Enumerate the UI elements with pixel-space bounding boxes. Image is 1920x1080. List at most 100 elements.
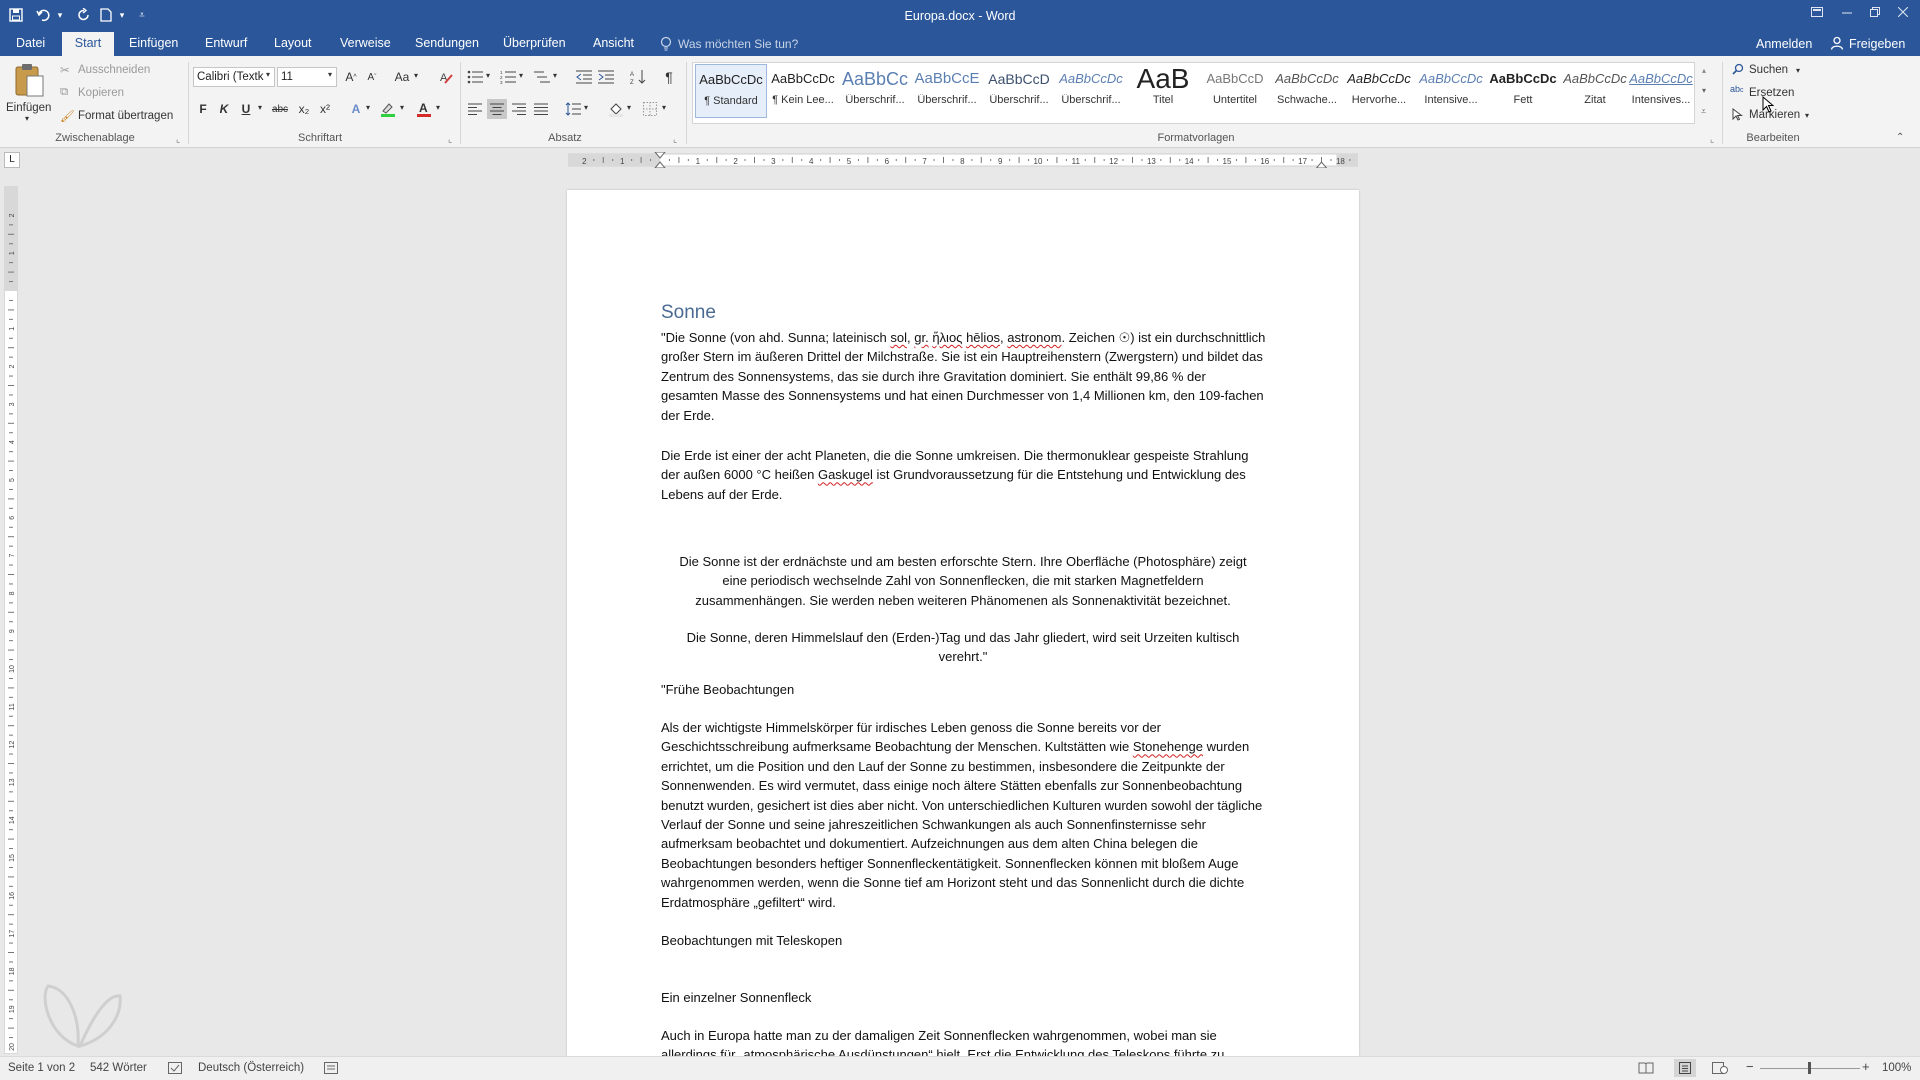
decrease-indent-icon[interactable] [574,67,594,87]
highlight-dropdown-icon[interactable]: ▾ [400,103,404,112]
style-quote[interactable]: AaBbCcDc Zitat [1559,64,1631,118]
macro-recording-icon[interactable] [324,1062,338,1074]
read-mode-icon[interactable] [1638,1062,1654,1074]
zoom-slider-thumb[interactable] [1808,1062,1811,1074]
tab-insert[interactable]: Einfügen [119,32,188,56]
style-no-spacing[interactable]: AaBbCcDc ¶ Kein Lee... [767,64,839,118]
proofing-icon[interactable] [168,1062,182,1074]
borders-dropdown-icon[interactable]: ▾ [662,103,666,112]
clear-formatting-icon[interactable]: A [436,67,456,87]
change-case-dropdown-icon[interactable]: ▾ [414,71,418,80]
style-subtle-emphasis[interactable]: AaBbCcDc Schwache... [1271,64,1343,118]
line-spacing-icon[interactable] [563,99,583,119]
document-page[interactable]: Sonne "Die Sonne (von ahd. Sunna; latein… [567,190,1359,1056]
numbering-icon[interactable]: 123 [498,67,518,87]
tab-review[interactable]: Überprüfen [493,32,576,56]
tab-home[interactable]: Start [62,32,114,56]
copy-button[interactable]: Kopieren [78,87,124,99]
select-button[interactable]: Markieren [1749,109,1800,121]
cut-icon[interactable]: ✂ [60,63,70,77]
tab-file[interactable]: Datei [6,32,55,56]
bullets-icon[interactable] [465,67,485,87]
font-color-dropdown-icon[interactable]: ▾ [436,103,440,112]
style-standard[interactable]: AaBbCcDc ¶ Standard [695,64,767,118]
style-intense-emphasis[interactable]: AaBbCcDc Intensive... [1415,64,1487,118]
style-strong[interactable]: AaBbCcDc Fett [1487,64,1559,118]
word-count[interactable]: 542 Wörter [90,1062,147,1074]
text-effects-dropdown-icon[interactable]: ▾ [366,103,370,112]
paste-icon[interactable] [12,62,48,102]
ribbon-display-icon[interactable] [1802,0,1832,24]
style-heading-1[interactable]: AaBbCc Überschrif... [839,64,911,118]
line-spacing-dropdown-icon[interactable]: ▾ [584,103,588,112]
tab-mailings[interactable]: Sendungen [405,32,489,56]
style-intense-quote[interactable]: AaBbCcDc Intensives... [1629,64,1693,118]
styles-scroll-down-icon[interactable]: ▾ [1702,86,1706,95]
show-formatting-icon[interactable]: ¶ [659,67,679,87]
align-center-icon[interactable] [487,99,507,119]
print-layout-icon[interactable] [1674,1059,1696,1077]
share-button[interactable]: Freigeben [1849,37,1905,51]
multilevel-dropdown-icon[interactable]: ▾ [553,71,557,80]
shading-dropdown-icon[interactable]: ▾ [627,103,631,112]
text-effects-icon[interactable]: A [346,99,366,119]
copy-icon[interactable]: ⧉ [60,86,68,99]
sort-icon[interactable]: AZ [628,67,648,87]
tab-selector-icon[interactable]: L [4,152,20,168]
select-cursor-icon[interactable] [1732,108,1743,121]
find-icon[interactable] [1732,63,1744,75]
paste-button[interactable]: Einfügen [6,102,51,114]
font-size-dropdown-icon[interactable]: ▾ [328,70,332,79]
justify-icon[interactable] [531,99,551,119]
font-name-field[interactable]: Calibri (Textk [193,67,275,87]
superscript-button[interactable]: x² [315,99,335,119]
paragraph-launcher-icon[interactable]: ⌞ [673,134,677,145]
tab-layout[interactable]: Layout [264,32,322,56]
minimize-icon[interactable] [1832,0,1862,24]
clipboard-launcher-icon[interactable]: ⌞ [176,134,180,145]
borders-icon[interactable] [640,99,660,119]
highlight-icon[interactable] [378,99,398,119]
underline-button[interactable]: U [236,99,256,119]
collapse-ribbon-icon[interactable]: ⌃ [1896,132,1904,143]
styles-scroll-up-icon[interactable]: ▴ [1702,66,1706,75]
tell-me-input[interactable]: Was möchten Sie tun? [678,37,798,51]
subscript-button[interactable]: x₂ [294,99,314,119]
tab-design[interactable]: Entwurf [195,32,257,56]
style-heading-3[interactable]: AaBbCcD Überschrif... [983,64,1055,118]
grow-font-icon[interactable]: A ^ [341,67,361,87]
bold-button[interactable]: F [193,99,213,119]
web-layout-icon[interactable] [1712,1062,1728,1074]
shading-icon[interactable] [606,99,626,119]
style-subtitle[interactable]: AaBbCcD Untertitel [1199,64,1271,118]
styles-more-icon[interactable]: ⩡ [1701,106,1706,117]
numbering-dropdown-icon[interactable]: ▾ [519,71,523,80]
style-heading-2[interactable]: AaBbCcE Überschrif... [911,64,983,118]
sign-in-link[interactable]: Anmelden [1756,37,1812,51]
find-dropdown-icon[interactable]: ▾ [1796,66,1800,75]
style-title[interactable]: AaB Titel [1127,64,1199,118]
font-name-dropdown-icon[interactable]: ▾ [266,70,270,79]
align-left-icon[interactable] [465,99,485,119]
language-indicator[interactable]: Deutsch (Österreich) [198,1062,304,1074]
underline-dropdown-icon[interactable]: ▾ [258,103,262,112]
align-right-icon[interactable] [509,99,529,119]
styles-launcher-icon[interactable]: ⌞ [1710,134,1714,145]
horizontal-ruler[interactable]: 2 1 1 2 3 4 5 6 7 8 9 10 11 12 13 14 15 16 17 18 [568,152,1358,168]
italic-button[interactable]: K [214,99,234,119]
font-color-icon[interactable]: A [414,99,434,119]
zoom-out-button[interactable]: − [1746,1059,1754,1074]
increase-indent-icon[interactable] [596,67,616,87]
find-button[interactable]: Suchen [1749,64,1788,76]
strikethrough-button[interactable]: abc [270,99,290,119]
select-dropdown-icon[interactable]: ▾ [1805,111,1809,120]
restore-icon[interactable] [1860,0,1890,24]
zoom-in-button[interactable]: + [1862,1059,1870,1074]
bullets-dropdown-icon[interactable]: ▾ [486,71,490,80]
cut-button[interactable]: Ausschneiden [78,64,150,76]
paste-dropdown-icon[interactable]: ▾ [25,114,29,123]
tab-view[interactable]: Ansicht [583,32,644,56]
change-case-button[interactable]: Aa [392,67,412,87]
style-emphasis[interactable]: AaBbCcDc Hervorhe... [1343,64,1415,118]
replace-icon[interactable]: abc [1730,84,1744,94]
